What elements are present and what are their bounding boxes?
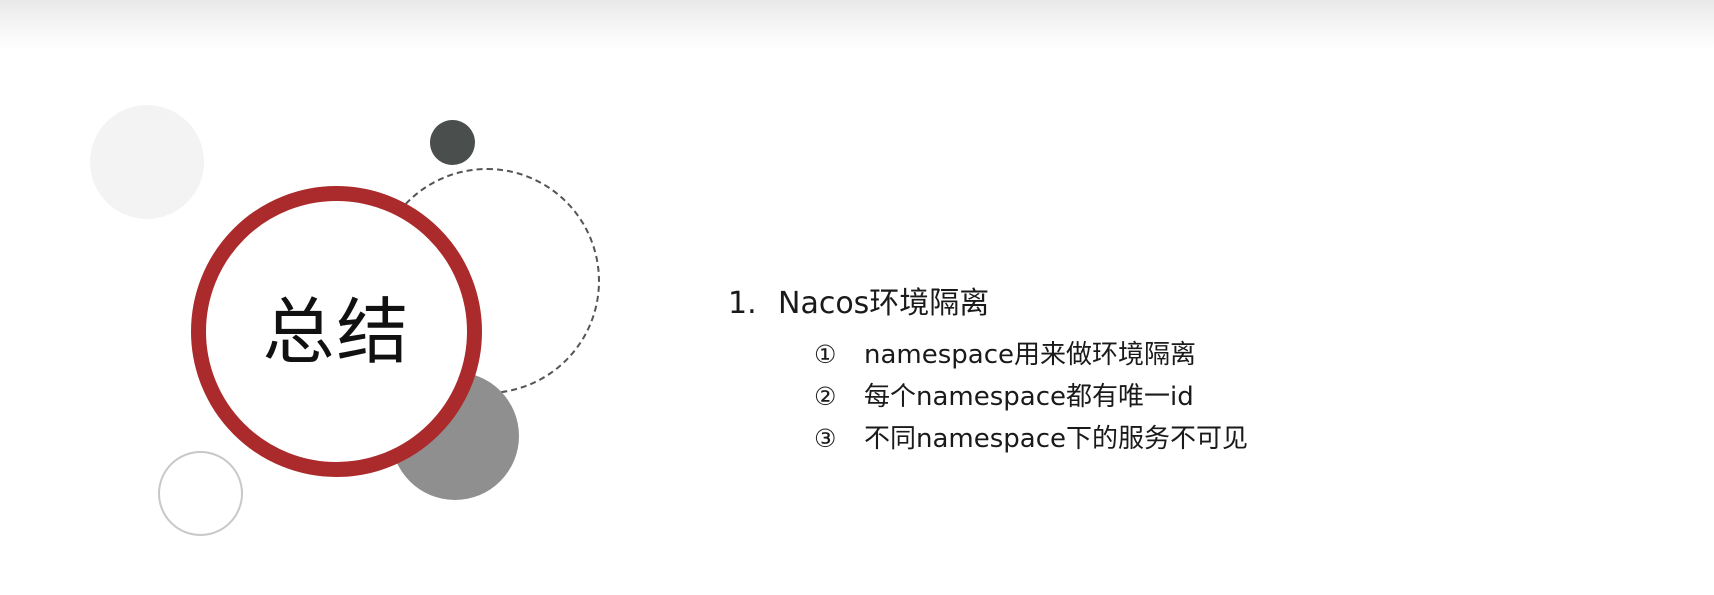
circled-number-marker: ② bbox=[814, 382, 837, 411]
heading-number: 1. bbox=[728, 286, 757, 321]
list-item-text: 每个namespace都有唯一id bbox=[864, 382, 1194, 412]
slide-title: 总结 bbox=[262, 289, 411, 374]
list-item: ① namespace用来做环境隔离 bbox=[814, 334, 1248, 376]
decorative-outline-circle bbox=[158, 451, 243, 536]
summary-heading: 1. Nacos环境隔离 bbox=[728, 282, 1248, 326]
list-item: ③ 不同namespace下的服务不可见 bbox=[814, 418, 1248, 460]
top-gradient-band bbox=[0, 0, 1714, 50]
decorative-dark-circle bbox=[430, 120, 475, 165]
list-item-text: namespace用来做环境隔离 bbox=[864, 340, 1197, 370]
summary-points: ① namespace用来做环境隔离 ② 每个namespace都有唯一id ③… bbox=[728, 334, 1248, 460]
summary-content: 1. Nacos环境隔离 ① namespace用来做环境隔离 ② 每个name… bbox=[728, 282, 1248, 460]
title-ring: 总结 bbox=[191, 186, 482, 477]
heading-text: Nacos环境隔离 bbox=[778, 286, 990, 321]
circled-number-marker: ① bbox=[814, 340, 837, 369]
decorative-light-gray-circle bbox=[90, 105, 204, 219]
circled-number-marker: ③ bbox=[814, 424, 837, 453]
list-item-text: 不同namespace下的服务不可见 bbox=[864, 424, 1249, 454]
list-item: ② 每个namespace都有唯一id bbox=[814, 376, 1248, 418]
slide: 总结 1. Nacos环境隔离 ① namespace用来做环境隔离 ② 每个n… bbox=[0, 0, 1714, 595]
